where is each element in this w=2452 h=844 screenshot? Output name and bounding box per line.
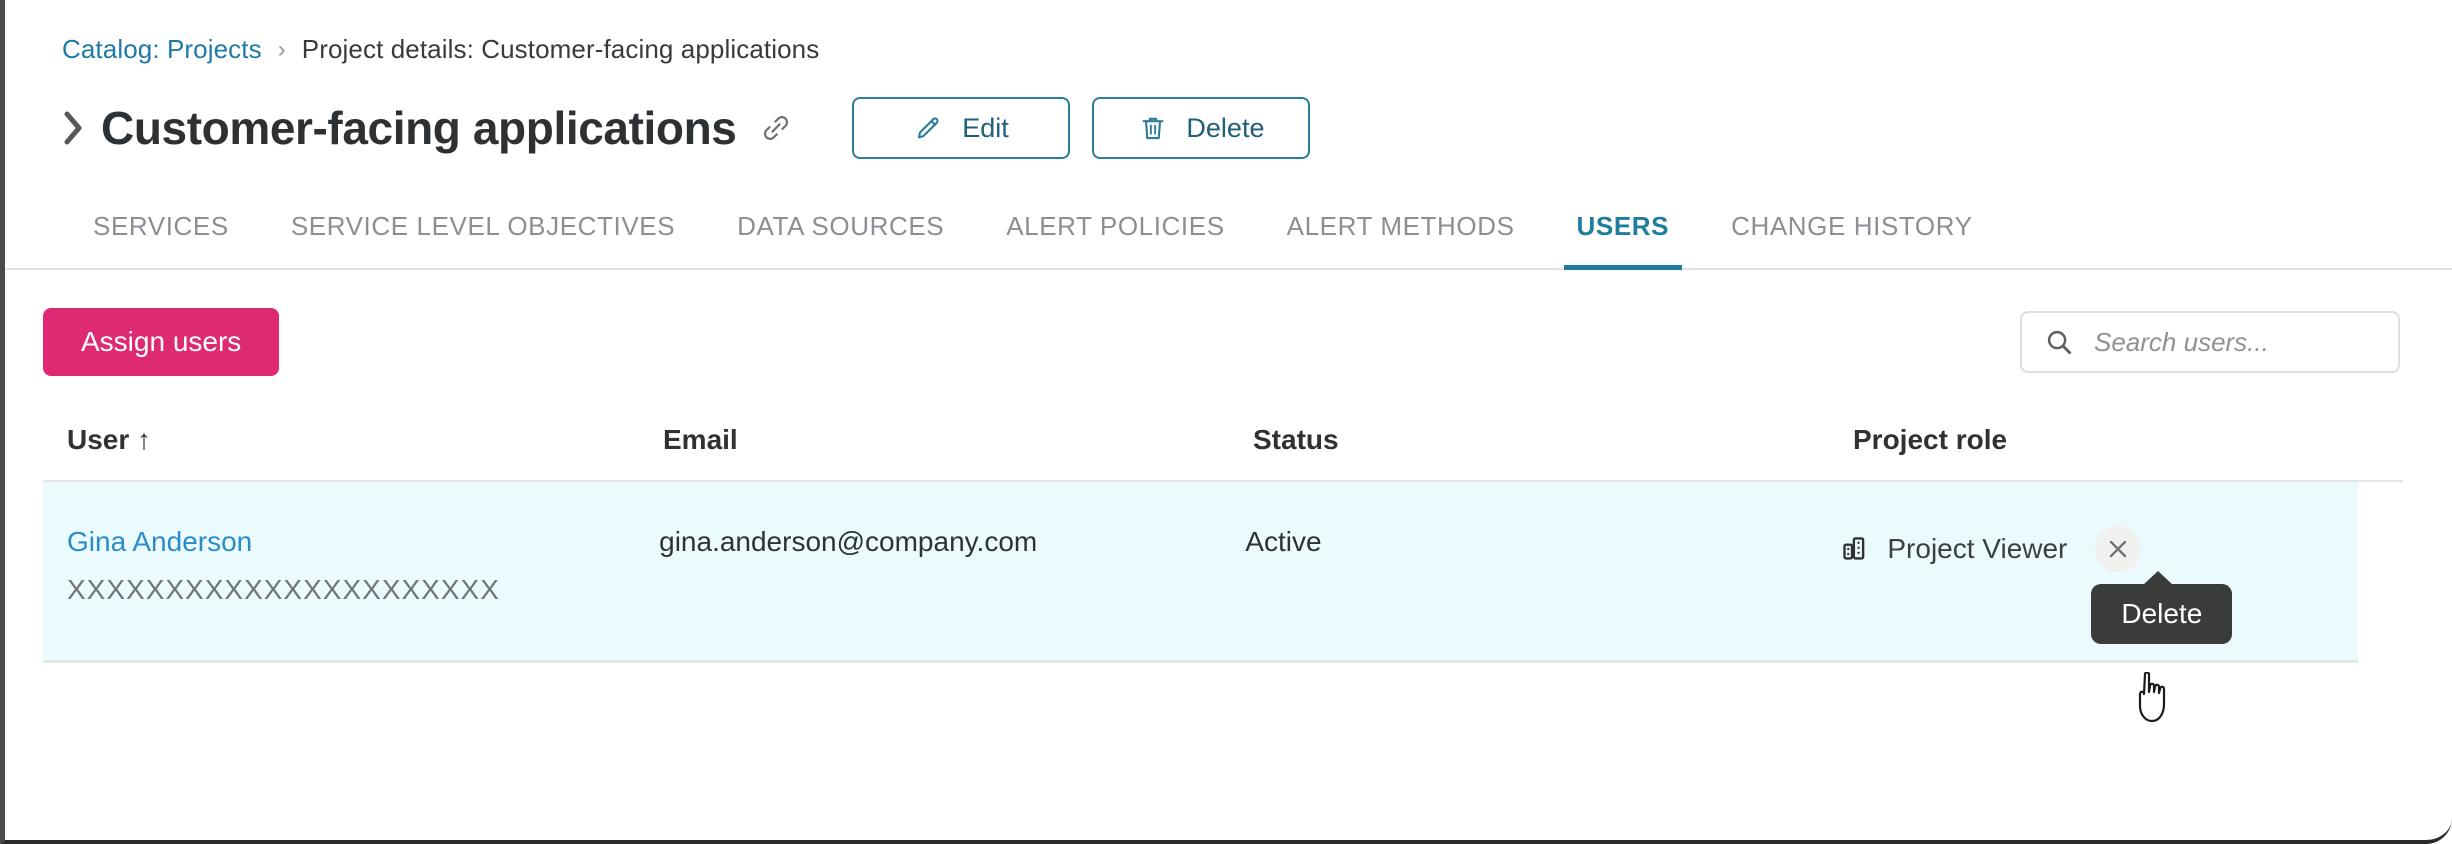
trash-icon — [1142, 117, 1164, 140]
column-header-email-label: Email — [663, 424, 738, 455]
chevron-right-icon[interactable] — [57, 111, 91, 145]
search-icon — [2044, 327, 2074, 357]
edit-button-label: Edit — [962, 112, 1009, 143]
assign-users-button[interactable]: Assign users — [43, 308, 280, 376]
column-header-user[interactable]: User ↑ — [43, 424, 663, 456]
tab-alert-methods[interactable]: ALERT METHODS — [1256, 211, 1546, 268]
cell-status: Active — [1245, 526, 1322, 557]
search-input[interactable] — [2094, 326, 2376, 358]
cell-user: Gina Anderson XXXXXXXXXXXXXXXXXXXXXX — [43, 526, 659, 606]
page-title: Customer-facing applications — [101, 102, 737, 154]
cell-role: Project Viewer Delete — [1841, 526, 2358, 644]
table-row[interactable]: Gina Anderson XXXXXXXXXXXXXXXXXXXXXX gin… — [43, 482, 2358, 663]
tooltip-delete: Delete — [2091, 571, 2233, 644]
organization-icon — [1841, 534, 1871, 564]
column-header-status-label: Status — [1253, 424, 1339, 455]
users-toolbar: Assign users — [5, 270, 2452, 376]
page-header: Customer-facing applications Edit Delete — [5, 65, 2452, 159]
header-actions: Edit Delete — [852, 97, 1311, 159]
tab-bar: SERVICES SERVICE LEVEL OBJECTIVES DATA SOU… — [5, 211, 2452, 270]
app-window: Catalog: Projects › Project details: Cus… — [0, 0, 2452, 844]
pencil-icon — [918, 117, 939, 139]
table-header-row: User ↑ Email Status Project role — [43, 410, 2403, 482]
tab-data-sources[interactable]: DATA SOURCES — [706, 211, 975, 268]
user-secondary-text: XXXXXXXXXXXXXXXXXXXXXX — [67, 574, 500, 605]
role-label: Project Viewer — [1887, 533, 2068, 564]
column-header-role[interactable]: Project role — [1853, 424, 2373, 456]
breadcrumb-current: Project details: Customer-facing applica… — [301, 34, 820, 64]
close-icon[interactable] — [2095, 526, 2142, 572]
mouse-cursor — [2132, 671, 2176, 724]
breadcrumb: Catalog: Projects › Project details: Cus… — [5, 0, 2452, 65]
column-header-user-label: User ↑ — [67, 424, 152, 455]
breadcrumb-separator-icon: › — [277, 35, 286, 63]
tab-users[interactable]: USERS — [1546, 211, 1701, 270]
column-header-role-label: Project role — [1853, 424, 2008, 455]
cell-email: gina.anderson@company.com — [659, 526, 1038, 557]
tab-services[interactable]: SERVICES — [62, 211, 260, 268]
delete-button-label: Delete — [1186, 112, 1265, 143]
column-header-status[interactable]: Status — [1253, 424, 1853, 456]
edit-button[interactable]: Edit — [852, 97, 1071, 159]
search-users-box[interactable] — [2020, 311, 2400, 373]
users-table: User ↑ Email Status Project role Gina An… — [5, 410, 2403, 663]
tab-change-history[interactable]: CHANGE HISTORY — [1700, 211, 2004, 268]
tab-alert-policies[interactable]: ALERT POLICIES — [975, 211, 1255, 268]
column-header-email[interactable]: Email — [663, 424, 1253, 456]
breadcrumb-link-catalog[interactable]: Catalog: Projects — [62, 34, 262, 65]
tab-service-level-objectives[interactable]: SERVICE LEVEL OBJECTIVES — [260, 211, 706, 268]
delete-button[interactable]: Delete — [1092, 97, 1311, 159]
link-icon[interactable] — [758, 110, 794, 146]
user-name-link[interactable]: Gina Anderson — [67, 526, 639, 558]
